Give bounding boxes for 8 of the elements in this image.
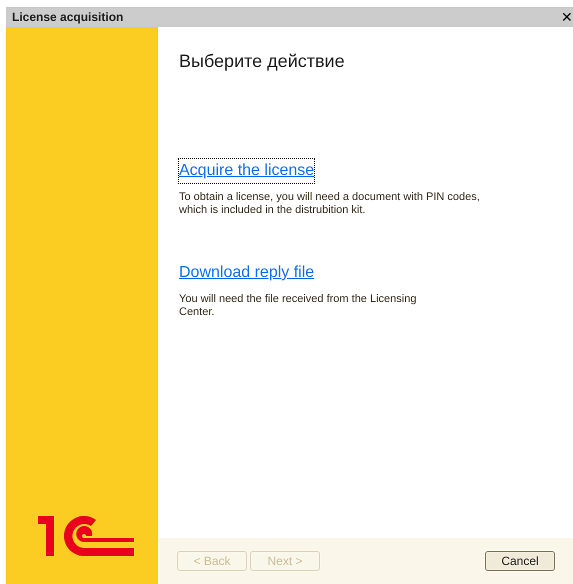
action-link[interactable]: Acquire the license — [179, 159, 314, 183]
dialog-button[interactable]: Cancel — [485, 551, 555, 571]
page-heading: Выберите действие — [179, 50, 346, 73]
window-title: License acquisition — [12, 9, 124, 26]
action-description: To obtain a license, you will need a document with PIN codes, which is included in the distrubition kit. — [179, 191, 481, 217]
close-button[interactable]: ✕ — [561, 10, 573, 24]
action-description: You will need the file received from the Licensing Center. — [179, 293, 418, 319]
action-link[interactable]: Download reply file — [179, 261, 314, 285]
